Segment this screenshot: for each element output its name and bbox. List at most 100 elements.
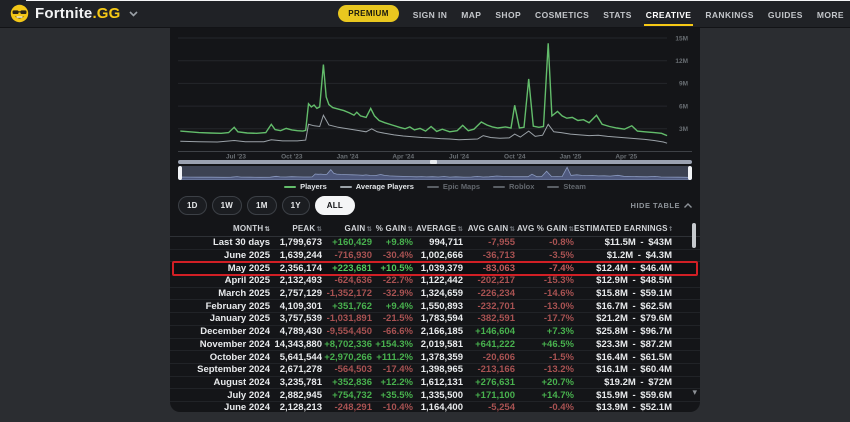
- cell-month: February 2025: [170, 301, 270, 312]
- cell-earnings: $16.4M - $61.5M: [574, 352, 672, 363]
- table-row-april-2025[interactable]: April 20252,132,493-624,636-22.7%1,122,4…: [170, 275, 700, 288]
- range-button-all[interactable]: ALL: [315, 196, 355, 215]
- legend-dash-icon: [493, 186, 505, 188]
- cell-gain_pct: -17.4%: [372, 364, 413, 375]
- cell-average: 1,612,131: [413, 377, 463, 388]
- table-row-july-2024[interactable]: July 20242,882,945+754,732+35.5%1,335,50…: [170, 389, 700, 402]
- nav-item-guides[interactable]: GUIDES: [768, 1, 803, 27]
- premium-button[interactable]: PREMIUM: [338, 5, 399, 22]
- legend-item-roblox[interactable]: Roblox: [493, 182, 534, 191]
- cell-peak: 4,109,301: [270, 301, 322, 312]
- nav-item-sign-in[interactable]: SIGN IN: [413, 1, 447, 27]
- player-count-chart[interactable]: 15M12M9M6M3MJul '23Oct '23Jan '24Apr '24…: [170, 28, 700, 161]
- site-title-suffix: .GG: [92, 5, 120, 22]
- cell-earnings: $23.3M - $87.2M: [574, 339, 672, 350]
- hide-table-button[interactable]: HIDE TABLE: [631, 201, 692, 210]
- table-row-may-2025[interactable]: May 20252,356,174+223,681+10.5%1,039,379…: [170, 262, 700, 275]
- range-button-1w[interactable]: 1W: [212, 196, 242, 215]
- top-hairline: [26, 0, 850, 1]
- table-row-november-2024[interactable]: November 202414,343,880+8,702,336+154.3%…: [170, 339, 700, 352]
- cell-earnings: $1.2M - $4.3M: [574, 250, 672, 261]
- legend-item-players[interactable]: Players: [284, 182, 327, 191]
- cell-month: May 2025: [170, 263, 270, 274]
- cell-gain_pct: +10.5%: [372, 263, 413, 274]
- logo-chevron-down-icon[interactable]: [129, 11, 138, 17]
- navigator-mini-chart: [178, 166, 692, 180]
- table-row-june-2024[interactable]: June 20242,128,213-248,291-10.4%1,164,40…: [170, 402, 700, 412]
- legend-dash-icon: [284, 186, 296, 188]
- column-label: AVERAGE: [416, 224, 456, 233]
- range-buttons: 1D 1W 1M 1Y ALL: [178, 196, 360, 215]
- nav-item-map[interactable]: MAP: [461, 1, 481, 27]
- cell-month: June 2024: [170, 402, 270, 412]
- legend-item-epic-maps[interactable]: Epic Maps: [427, 182, 480, 191]
- sort-icon: ⇅: [669, 226, 672, 233]
- table-vertical-scrollbar[interactable]: [692, 223, 696, 248]
- chart-horizontal-scrollbar[interactable]: [178, 160, 692, 164]
- y-axis-tick: 3M: [679, 126, 688, 133]
- cell-avg_gain_pct: +14.7%: [515, 390, 574, 401]
- cell-earnings: $12.9M - $48.5M: [574, 275, 672, 286]
- series-players: [180, 43, 667, 135]
- cell-gain_pct: -32.9%: [372, 288, 413, 299]
- nav-item-shop[interactable]: SHOP: [495, 1, 521, 27]
- cell-avg_gain: +146,604: [463, 326, 515, 337]
- table-row-september-2024[interactable]: September 20242,671,278-564,503-17.4%1,3…: [170, 364, 700, 377]
- cell-month: June 2025: [170, 250, 270, 261]
- column-header-peak[interactable]: PEAK⇅: [270, 224, 322, 233]
- column-header-gain[interactable]: GAIN⇅: [322, 224, 372, 233]
- table-row-october-2024[interactable]: October 20245,641,544+2,970,266+111.2%1,…: [170, 351, 700, 364]
- cell-gain_pct: -10.4%: [372, 402, 413, 412]
- monthly-stats-table: MONTH⇅PEAK⇅GAIN⇅% GAIN⇅AVERAGE⇅AVG GAIN⇅…: [170, 220, 700, 412]
- column-header-average[interactable]: AVERAGE⇅: [413, 224, 463, 233]
- column-label: AVG % GAIN: [517, 224, 567, 233]
- nav-item-creative[interactable]: CREATIVE: [646, 1, 692, 27]
- column-header-avg-gain[interactable]: AVG % GAIN⇅: [515, 224, 574, 233]
- nav-item-more[interactable]: MORE: [817, 1, 844, 27]
- column-label: MONTH: [233, 224, 263, 233]
- cell-gain: -564,503: [322, 364, 372, 375]
- cell-average: 1,002,666: [413, 250, 463, 261]
- nav-item-rankings[interactable]: RANKINGS: [705, 1, 754, 27]
- cell-earnings: $15.8M - $59.1M: [574, 288, 672, 299]
- legend-dash-icon: [340, 186, 352, 188]
- table-row-march-2025[interactable]: March 20252,757,129-1,352,172-32.9%1,324…: [170, 288, 700, 301]
- site-logo[interactable]: Fortnite.GG: [10, 4, 138, 23]
- table-row-last-30-days[interactable]: Last 30 days1,799,673+160,429+9.8%994,71…: [170, 237, 700, 250]
- cell-gain: +351,762: [322, 301, 372, 312]
- range-button-1d[interactable]: 1D: [178, 196, 207, 215]
- cell-peak: 14,343,880: [270, 339, 322, 350]
- legend-item-average-players[interactable]: Average Players: [340, 182, 414, 191]
- table-row-august-2024[interactable]: August 20243,235,781+352,836+12.2%1,612,…: [170, 377, 700, 390]
- column-label: % GAIN: [376, 224, 407, 233]
- range-button-1m[interactable]: 1M: [247, 196, 277, 215]
- cell-earnings: $16.1M - $60.4M: [574, 364, 672, 375]
- cell-peak: 2,882,945: [270, 390, 322, 401]
- cell-earnings: $12.4M - $46.4M: [574, 263, 672, 274]
- navigator-left-handle[interactable]: [178, 166, 182, 180]
- table-row-december-2024[interactable]: December 20244,789,430-9,554,450-66.6%2,…: [170, 326, 700, 339]
- column-header-estimated-earnings[interactable]: ESTIMATED EARNINGS⇅: [574, 224, 672, 233]
- legend-item-steam[interactable]: Steam: [547, 182, 586, 191]
- chart-range-navigator[interactable]: [178, 166, 692, 180]
- table-scroll-down-arrow-icon[interactable]: ▾: [692, 388, 697, 397]
- scrollbar-notch[interactable]: [430, 160, 437, 164]
- column-header--gain[interactable]: % GAIN⇅: [372, 224, 413, 233]
- column-label: PEAK: [292, 224, 315, 233]
- cell-gain: -716,930: [322, 250, 372, 261]
- nav-item-cosmetics[interactable]: COSMETICS: [535, 1, 589, 27]
- cell-earnings: $11.5M - $43M: [574, 237, 672, 248]
- column-header-avg-gain[interactable]: AVG GAIN⇅: [463, 224, 515, 233]
- navigator-right-handle[interactable]: [688, 166, 692, 180]
- chevron-up-icon: [684, 203, 692, 208]
- cell-earnings: $25.8M - $96.7M: [574, 326, 672, 337]
- cell-avg_gain_pct: -7.4%: [515, 263, 574, 274]
- range-button-1y[interactable]: 1Y: [282, 196, 310, 215]
- nav-item-stats[interactable]: STATS: [603, 1, 632, 27]
- table-row-june-2025[interactable]: June 20251,639,244-716,930-30.4%1,002,66…: [170, 250, 700, 263]
- table-row-january-2025[interactable]: January 20253,757,539-1,031,891-21.5%1,7…: [170, 313, 700, 326]
- table-row-february-2025[interactable]: February 20254,109,301+351,762+9.4%1,550…: [170, 300, 700, 313]
- column-header-month[interactable]: MONTH⇅: [170, 224, 270, 233]
- cell-avg_gain_pct: +7.3%: [515, 326, 574, 337]
- cell-average: 1,122,442: [413, 275, 463, 286]
